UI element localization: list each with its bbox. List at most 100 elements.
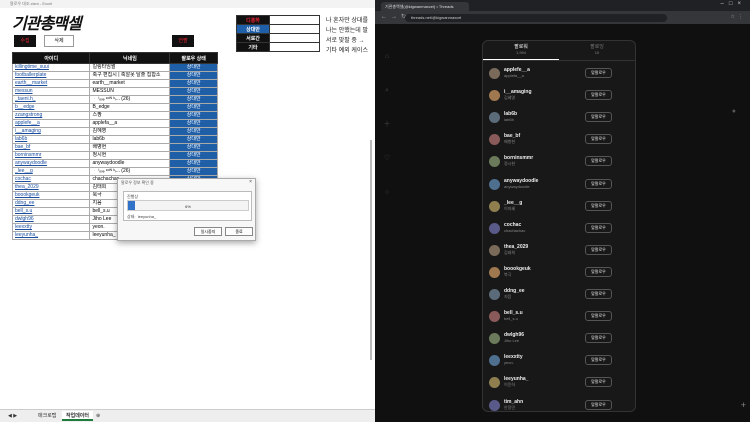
follow-back-button[interactable]: 맞팔로우 bbox=[585, 134, 612, 145]
cell-id[interactable]: ddng_ee bbox=[11, 199, 91, 208]
cell-id[interactable]: bell_s.u bbox=[11, 207, 91, 216]
display-name: 김혜영 bbox=[504, 95, 516, 101]
avatar[interactable] bbox=[489, 112, 500, 124]
follow-back-button[interactable]: 맞팔로우 bbox=[585, 399, 612, 410]
cell-status: 상대만 bbox=[169, 87, 218, 96]
cell-id[interactable]: leexxtty bbox=[11, 223, 91, 232]
list-item[interactable]: borninsmmr 정시현 맞팔로우 bbox=[483, 151, 635, 171]
avatar[interactable] bbox=[489, 355, 500, 367]
avatar[interactable] bbox=[489, 134, 500, 146]
avatar[interactable] bbox=[489, 289, 500, 300]
avatar[interactable] bbox=[489, 311, 500, 323]
follow-back-button[interactable]: 맞팔로우 bbox=[585, 311, 612, 322]
cell-id[interactable]: boookgeuk bbox=[11, 191, 91, 200]
collect-button[interactable]: 수집 bbox=[14, 35, 36, 47]
avatar[interactable] bbox=[489, 178, 500, 190]
close-icon[interactable]: × bbox=[249, 179, 252, 185]
follow-back-button[interactable]: 맞팔로우 bbox=[585, 377, 612, 388]
table-row: killingtime_suui 킬링타임썰 상대만 bbox=[11, 63, 218, 72]
list-item[interactable]: i__amaging 김혜영 맞팔로우 bbox=[483, 85, 635, 105]
follow-back-button[interactable]: 맞팔로우 bbox=[585, 266, 612, 277]
tab-followers[interactable]: 팔로워 1,994 bbox=[483, 41, 559, 60]
list-item[interactable]: dwlgh96 Jiho Lee 맞팔로우 bbox=[483, 328, 635, 348]
cell-id[interactable]: messun bbox=[11, 87, 91, 96]
vertical-scrollbar[interactable] bbox=[370, 140, 372, 360]
cell-id[interactable]: _taeni.h_ bbox=[11, 95, 91, 104]
cell-id[interactable]: lab6b bbox=[11, 135, 91, 144]
avatar[interactable] bbox=[489, 377, 500, 389]
cell-id[interactable]: _lee__g bbox=[11, 167, 91, 176]
sheet-tab-data[interactable]: 작업데이터 bbox=[62, 411, 94, 421]
heart-icon[interactable]: ♡ bbox=[381, 142, 393, 176]
list-item[interactable]: leeyunha_ 이윤하 맞팔로우 bbox=[483, 372, 635, 392]
cell-id[interactable]: applefe__a bbox=[11, 119, 91, 128]
home-icon[interactable]: ⌂ bbox=[381, 40, 393, 74]
follow-back-button[interactable]: 맞팔로우 bbox=[585, 355, 612, 366]
list-item[interactable]: tim_ahn 안정민 맞팔로우 bbox=[483, 395, 635, 412]
list-item[interactable]: anywaydoodle anywaydoodle 맞팔로우 bbox=[483, 174, 635, 194]
avatar[interactable] bbox=[489, 244, 500, 256]
list-item[interactable]: boookgeuk 북극 맞팔로우 bbox=[483, 262, 635, 282]
follow-back-button[interactable]: 맞팔로우 bbox=[585, 222, 612, 233]
note-line: 서로 맞팔 중 → bbox=[326, 38, 365, 44]
legend-swatch-1: 상대만 bbox=[236, 24, 270, 34]
list-item[interactable]: ddng_ee 지음 맞팔로우 bbox=[483, 284, 635, 304]
search-icon[interactable]: ⌕ bbox=[381, 74, 393, 108]
avatar[interactable] bbox=[489, 90, 500, 102]
new-thread-icon[interactable]: + bbox=[741, 400, 746, 410]
cell-id[interactable]: dwlgh96 bbox=[11, 215, 91, 224]
list-item[interactable]: _lee__g 이지혜 맞팔로우 bbox=[483, 196, 635, 216]
follow-back-button[interactable]: 맞팔로우 bbox=[585, 68, 612, 78]
profile-icon[interactable]: ○ bbox=[381, 176, 393, 210]
avatar[interactable] bbox=[489, 266, 500, 278]
cell-id[interactable]: footballerplate bbox=[11, 71, 91, 80]
delete-button[interactable]: 삭제 bbox=[44, 35, 74, 47]
list-item[interactable]: thea_2029 김태희 맞팔로우 bbox=[483, 240, 635, 260]
cell-id[interactable]: thea_2029 bbox=[11, 183, 91, 192]
cell-id[interactable]: i__amaging bbox=[11, 127, 91, 136]
avatar[interactable] bbox=[489, 156, 500, 168]
sheet-tab-macro[interactable]: 매크로탭 bbox=[34, 411, 60, 421]
avatar[interactable] bbox=[489, 200, 500, 212]
cell-id[interactable]: cochac bbox=[11, 175, 91, 184]
add-sheet-icon[interactable]: ⊕ bbox=[92, 411, 104, 421]
sheet-nav-arrows[interactable]: ◀ ▶ bbox=[4, 411, 21, 421]
list-item[interactable]: leexxtty yeon. 맞팔로우 bbox=[483, 350, 635, 370]
cell-id[interactable]: killingtime_suui bbox=[11, 63, 91, 72]
toolbar-icons[interactable]: ☆⋮ bbox=[731, 14, 746, 20]
follow-back-button[interactable]: 맞팔로우 bbox=[585, 156, 612, 167]
follow-back-button[interactable]: 맞팔로우 bbox=[585, 178, 612, 189]
list-item[interactable]: bell_s.u bell_s.u 맞팔로우 bbox=[483, 306, 635, 326]
list-item[interactable]: applefe__a applefa__a 맞팔로우 bbox=[483, 63, 635, 83]
list-item[interactable]: bae_bf 배병현 맞팔로우 bbox=[483, 129, 635, 149]
cell-id[interactable]: earth__market bbox=[11, 79, 91, 88]
follow-back-button[interactable]: 맞팔로우 bbox=[585, 200, 612, 211]
follow-back-button[interactable]: 맞팔로우 bbox=[585, 112, 612, 123]
follow-back-button[interactable]: 맞팔로우 bbox=[585, 333, 612, 344]
follow-back-button[interactable]: 맞팔로우 bbox=[585, 244, 612, 255]
url-input[interactable]: threads.net/@kigwanmaxcel bbox=[405, 14, 667, 22]
list-item[interactable]: cochac chachachac 맞팔로우 bbox=[483, 218, 635, 238]
cell-id[interactable]: b__edge bbox=[11, 103, 91, 112]
exit-button[interactable]: 종료 bbox=[225, 227, 253, 236]
cell-id[interactable]: leeyunha_ bbox=[11, 231, 91, 240]
list-item[interactable]: lab6b lab6b 맞팔로우 bbox=[483, 107, 635, 127]
compose-icon[interactable]: ＋ bbox=[381, 108, 393, 142]
cell-id[interactable]: zzangstrong bbox=[11, 111, 91, 120]
window-controls[interactable]: –□× bbox=[721, 1, 746, 7]
follow-back-button[interactable]: 맞팔로우 bbox=[585, 289, 612, 299]
browser-tab[interactable]: 기관총맥셀(@kigwanmaxcel) • Threads bbox=[381, 2, 469, 11]
avatar[interactable] bbox=[489, 399, 500, 411]
cell-id[interactable]: borninsmmr bbox=[11, 151, 91, 160]
cell-id[interactable]: anywaydoodle bbox=[11, 159, 91, 168]
progress-dialog: 팔로우 정보 확인 중 × 진행상 6% 상태: leeyunha_ 일시중지 … bbox=[117, 178, 256, 241]
avatar[interactable] bbox=[489, 333, 500, 345]
cell-id[interactable]: bae_bf bbox=[11, 143, 91, 152]
progress-bar: 6% bbox=[127, 200, 249, 211]
pause-button[interactable]: 일시중지 bbox=[194, 227, 222, 236]
unfollow-button[interactable]: 언팔 bbox=[172, 35, 194, 47]
avatar[interactable] bbox=[489, 68, 500, 79]
tab-following[interactable]: 팔로잉 10 bbox=[559, 41, 635, 60]
avatar[interactable] bbox=[489, 222, 500, 234]
follow-back-button[interactable]: 맞팔로우 bbox=[585, 90, 612, 101]
